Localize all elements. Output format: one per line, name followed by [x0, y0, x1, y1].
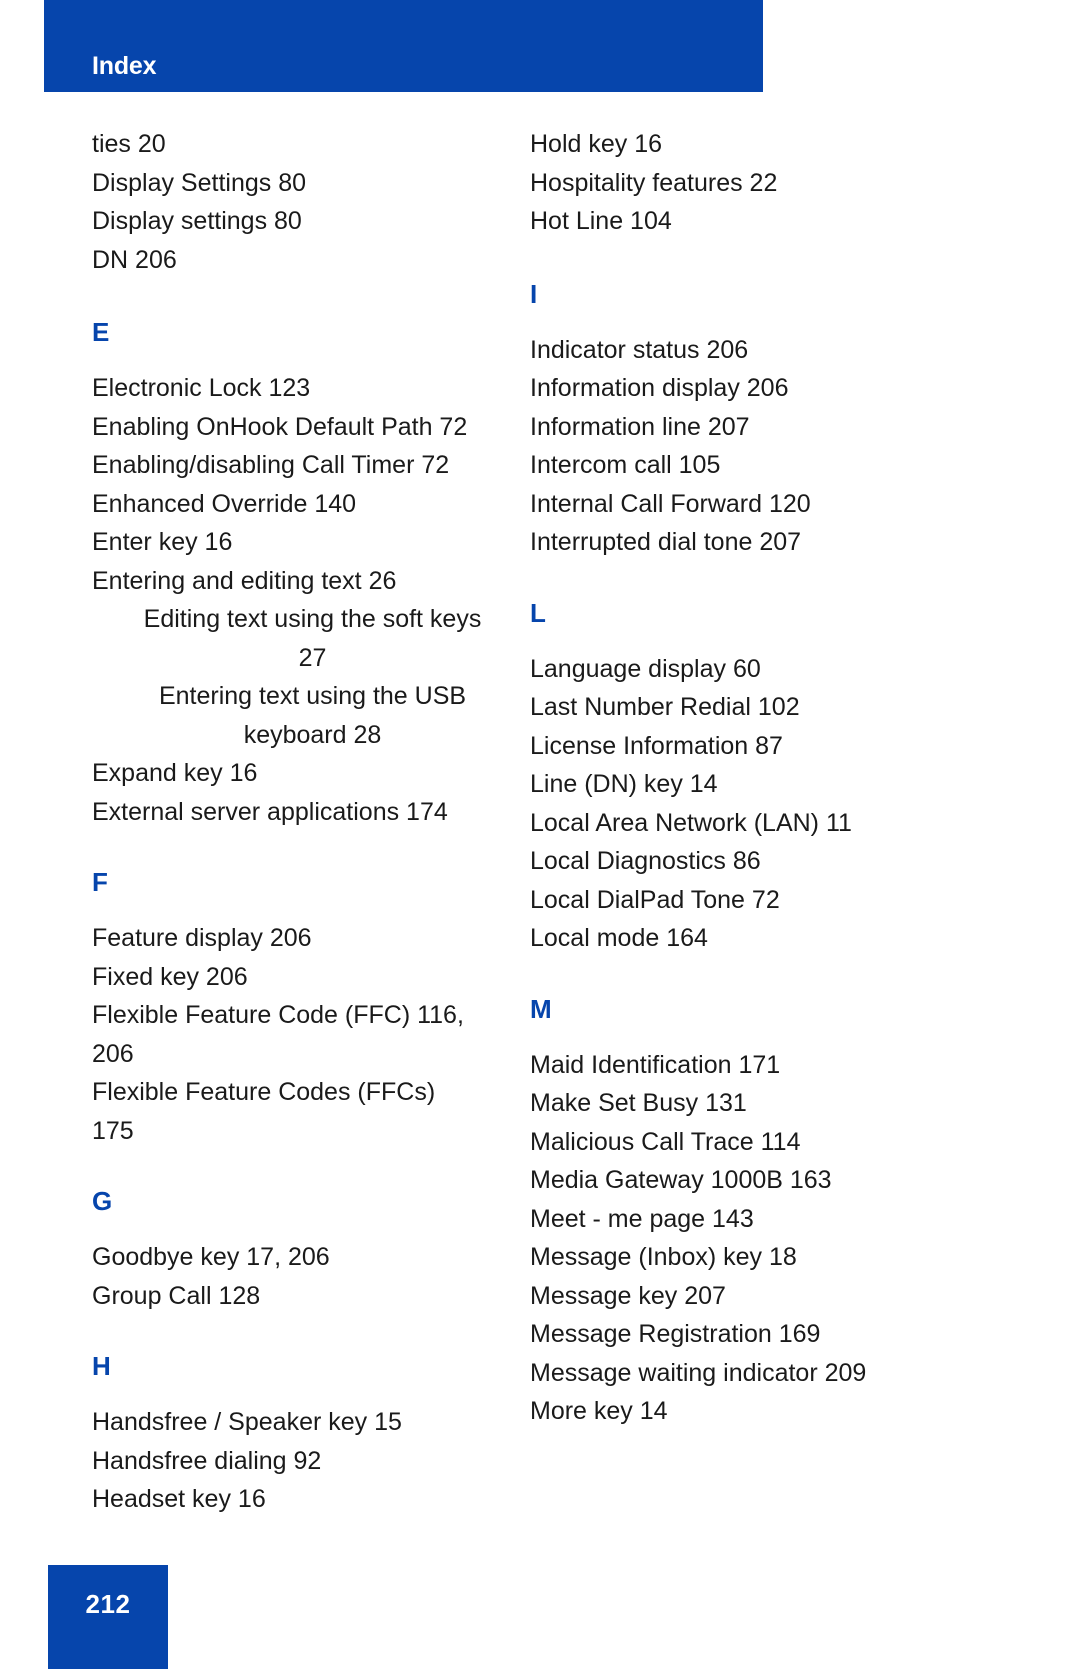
index-subentry: Entering text using the USB keyboard 28 — [140, 677, 485, 754]
index-entry: Handsfree / Speaker key 15 — [92, 1408, 402, 1436]
page-title: Index — [92, 52, 157, 80]
index-entry: Hospitality features 22 — [530, 168, 778, 197]
index-entry: Make Set Busy 131 — [530, 1089, 747, 1117]
index-entry: Entering and editing text 26 — [92, 566, 397, 595]
index-entry: Enabling/disabling Call Timer 72 — [92, 451, 450, 479]
index-entry: Local DialPad Tone 72 — [530, 885, 780, 914]
index-section-letter: G — [92, 1186, 113, 1216]
index-subentry: Editing text using the soft keys 27 — [140, 600, 485, 677]
index-entry: Malicious Call Trace 114 — [530, 1127, 801, 1156]
index-entry: Line (DN) key 14 — [530, 770, 718, 798]
index-entry: Handsfree dialing 92 — [92, 1446, 322, 1475]
page-number: 212 — [85, 1589, 131, 1619]
index-entry: Hold key 16 — [530, 130, 663, 158]
index-entry: Display Settings 80 — [92, 168, 307, 197]
index-entry: Message waiting indicator 209 — [530, 1358, 867, 1387]
index-entry: Flexible Feature Code (FFC) 116, 206 — [92, 1001, 464, 1068]
index-column-right: Hold key 16 Hospitality features 22 Hot Li… — [530, 125, 930, 1431]
index-entry: More key 14 — [530, 1397, 668, 1425]
index-entry-text: Editing text using the soft keys — [143, 605, 482, 633]
index-entry: Language display 60 — [530, 654, 761, 683]
index-entry: External server applications 174 — [92, 797, 448, 826]
index-entry: Enter key 16 — [92, 528, 233, 556]
index-section-letter: L — [530, 597, 546, 628]
index-entry: Intercom call 105 — [530, 451, 721, 479]
index-entry: Media Gateway 1000B 163 — [530, 1166, 832, 1194]
index-entry: Electronic Lock 123 — [92, 374, 311, 402]
index-entry: Expand key 16 — [92, 759, 258, 787]
index-entry: License Information 87 — [530, 731, 783, 760]
page-number-box: 212 — [48, 1565, 168, 1669]
index-entry: Feature display 206 — [92, 924, 312, 952]
index-entry: Goodbye key 17, 206 — [92, 1243, 330, 1271]
index-entry-text: Entering text using the USB — [158, 682, 467, 710]
index-entry: Fixed key 206 — [92, 962, 248, 991]
index-entry: Last Number Redial 102 — [530, 693, 800, 721]
index-entry: Display settings 80 — [92, 207, 302, 235]
index-entry: Headset key 16 — [92, 1485, 266, 1513]
index-entry: Information display 206 — [530, 374, 789, 402]
index-entry: Group Call 128 — [92, 1281, 261, 1310]
index-entry: Message Registration 169 — [530, 1320, 821, 1348]
index-entry: Flexible Feature Codes (FFCs) 175 — [92, 1078, 436, 1145]
index-entry: Enabling OnHook Default Path 72 — [92, 412, 468, 441]
index-entry: Maid Identification 171 — [530, 1050, 781, 1079]
index-entry: Meet - me page 143 — [530, 1204, 754, 1233]
index-section-letter: M — [530, 993, 552, 1024]
index-entry: Local Diagnostics 86 — [530, 847, 761, 875]
index-entry: Information line 207 — [530, 412, 750, 441]
index-entry: ties 20 — [92, 130, 166, 158]
index-entry: Local mode 164 — [530, 924, 708, 952]
index-column-left: ties 20 Display Settings 80 Display settin… — [92, 125, 492, 1519]
index-section-letter: E — [92, 317, 110, 347]
index-entry: Local Area Network (LAN) 11 — [530, 808, 852, 837]
index-entry: Hot Line 104 — [530, 207, 672, 235]
index-entry-continuation: keyboard 28 — [243, 720, 382, 749]
index-entry: Indicator status 206 — [530, 335, 749, 364]
index-entry: Interrupted dial tone 207 — [530, 528, 802, 556]
index-section-letter: F — [92, 867, 108, 897]
index-body: ties 20 Display Settings 80 Display settin… — [0, 125, 1080, 1519]
index-entry: Message key 207 — [530, 1281, 726, 1310]
index-entry-continuation: 27 — [298, 643, 327, 672]
index-entry: Message (Inbox) key 18 — [530, 1243, 797, 1271]
index-entry: DN 206 — [92, 245, 177, 274]
index-section-letter: H — [92, 1351, 111, 1381]
index-section-letter: I — [530, 278, 538, 309]
index-entry: Enhanced Override 140 — [92, 489, 357, 518]
index-entry: Internal Call Forward 120 — [530, 489, 811, 518]
